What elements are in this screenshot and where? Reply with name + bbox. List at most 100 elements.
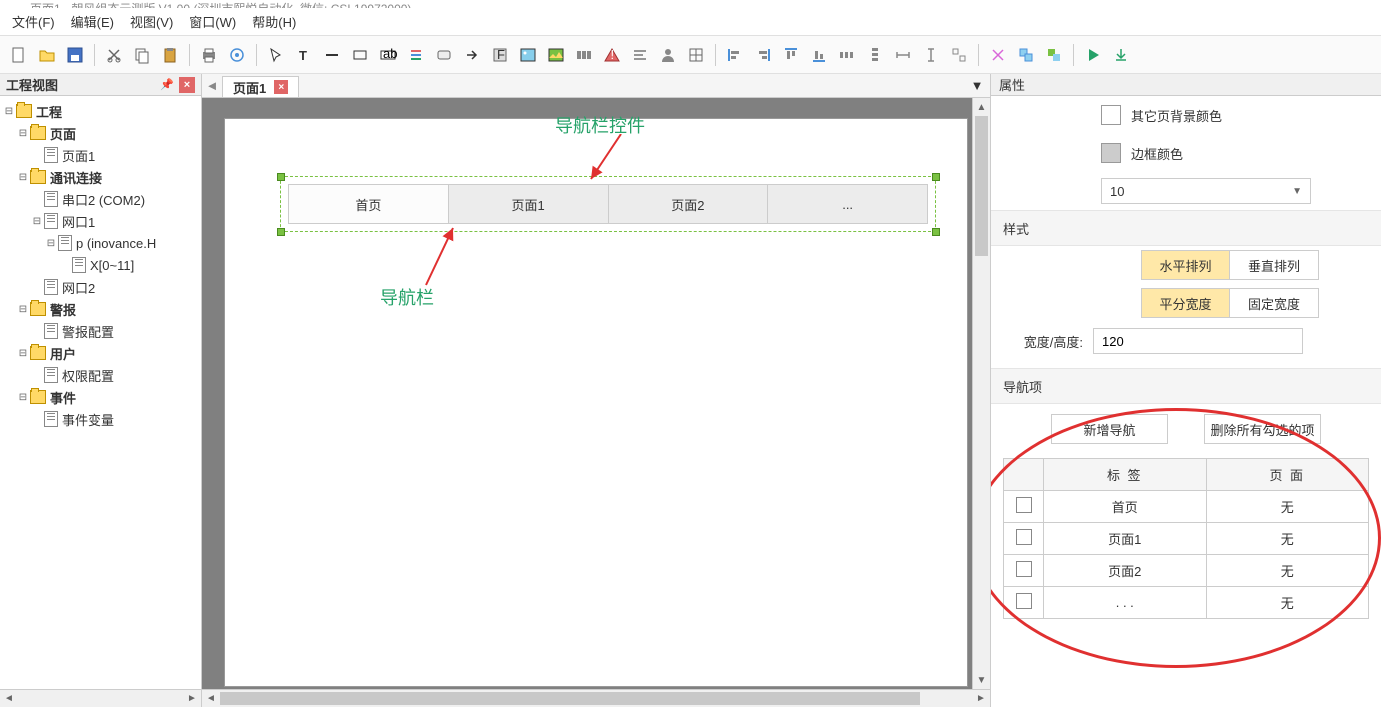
copy-icon[interactable] xyxy=(129,42,155,68)
tree-page1[interactable]: 页面1 xyxy=(62,146,95,165)
tab-dropdown-icon[interactable]: ▼ xyxy=(964,74,990,97)
copy-style-icon[interactable] xyxy=(1041,42,1067,68)
row-checkbox[interactable] xyxy=(1016,593,1032,609)
dist-h-icon[interactable] xyxy=(834,42,860,68)
save-icon[interactable] xyxy=(62,42,88,68)
tree-comm[interactable]: 通讯连接 xyxy=(50,168,102,187)
text-tool-icon[interactable]: T xyxy=(291,42,317,68)
line-icon[interactable] xyxy=(319,42,345,68)
tree-alarm-cfg[interactable]: 警报配置 xyxy=(62,322,114,341)
same-width-icon[interactable] xyxy=(890,42,916,68)
svg-text:!: ! xyxy=(611,47,615,62)
tree-event-var[interactable]: 事件变量 xyxy=(62,410,114,429)
rect-icon[interactable] xyxy=(347,42,373,68)
canvas-hscroll[interactable]: ◄► xyxy=(202,689,990,707)
alarm-icon[interactable]: ! xyxy=(599,42,625,68)
tree-pages[interactable]: 页面 xyxy=(50,124,76,143)
list-icon[interactable] xyxy=(403,42,429,68)
tab-scroll-left-icon[interactable]: ◄ xyxy=(202,74,222,97)
group-icon[interactable] xyxy=(1013,42,1039,68)
tree-net1[interactable]: 网口1 xyxy=(62,212,95,231)
input-icon[interactable]: ab xyxy=(375,42,401,68)
other-page-bg-swatch[interactable] xyxy=(1101,105,1121,125)
new-file-icon[interactable] xyxy=(6,42,32,68)
wh-input[interactable] xyxy=(1093,328,1303,354)
arrange-toggle[interactable]: 水平排列 垂直排列 xyxy=(1141,250,1319,280)
picture-icon[interactable] xyxy=(543,42,569,68)
nav-cell-more[interactable]: ... xyxy=(768,185,927,223)
same-height-icon[interactable] xyxy=(918,42,944,68)
close-panel-icon[interactable]: × xyxy=(179,77,195,93)
properties-title: 属性 xyxy=(991,74,1381,96)
border-width-value: 10 xyxy=(1110,184,1124,199)
h-arrange-button[interactable]: 水平排列 xyxy=(1142,251,1230,279)
tree-alarm[interactable]: 警报 xyxy=(50,300,76,319)
menu-bar: 文件(F) 编辑(E) 视图(V) 窗口(W) 帮助(H) xyxy=(0,8,1381,36)
menu-file[interactable]: 文件(F) xyxy=(12,12,55,31)
v-arrange-button[interactable]: 垂直排列 xyxy=(1230,251,1318,279)
width-mode-toggle[interactable]: 平分宽度 固定宽度 xyxy=(1141,288,1319,318)
align-icon[interactable] xyxy=(627,42,653,68)
border-color-swatch[interactable] xyxy=(1101,143,1121,163)
arrow-right-icon[interactable] xyxy=(459,42,485,68)
button-icon[interactable] xyxy=(431,42,457,68)
cut-icon[interactable] xyxy=(101,42,127,68)
table-row[interactable]: . . .无 xyxy=(1004,587,1369,619)
print-icon[interactable] xyxy=(196,42,222,68)
menu-edit[interactable]: 编辑(E) xyxy=(71,12,114,31)
fixed-width-button[interactable]: 固定宽度 xyxy=(1230,289,1318,317)
image-icon[interactable] xyxy=(515,42,541,68)
align-left-icon[interactable] xyxy=(722,42,748,68)
nav-cell-page2[interactable]: 页面2 xyxy=(609,185,769,223)
grid-icon[interactable] xyxy=(683,42,709,68)
tab-bar: ◄ 页面1 × ▼ xyxy=(202,74,990,98)
user-icon[interactable] xyxy=(655,42,681,68)
run-icon[interactable] xyxy=(1080,42,1106,68)
paste-icon[interactable] xyxy=(157,42,183,68)
tree-event[interactable]: 事件 xyxy=(50,388,76,407)
menu-window[interactable]: 窗口(W) xyxy=(189,12,236,31)
ungroup-icon[interactable] xyxy=(985,42,1011,68)
table-row[interactable]: 页面1无 xyxy=(1004,523,1369,555)
row-checkbox[interactable] xyxy=(1016,561,1032,577)
function-icon[interactable]: F xyxy=(487,42,513,68)
tree-xvar[interactable]: X[0~11] xyxy=(90,258,134,273)
pin-icon[interactable]: 📌 xyxy=(159,77,175,93)
tree-plc[interactable]: p (inovance.H xyxy=(76,236,156,251)
nav-cell-home[interactable]: 首页 xyxy=(289,185,449,223)
nav-items-table: 标 签 页 面 首页无 页面1无 页面2无 . . .无 xyxy=(1003,458,1369,619)
table-row[interactable]: 首页无 xyxy=(1004,491,1369,523)
open-folder-icon[interactable] xyxy=(34,42,60,68)
same-size-icon[interactable] xyxy=(946,42,972,68)
tree-com2[interactable]: 串口2 (COM2) xyxy=(62,190,145,209)
tree-net2[interactable]: 网口2 xyxy=(62,278,95,297)
row-checkbox[interactable] xyxy=(1016,497,1032,513)
row-checkbox[interactable] xyxy=(1016,529,1032,545)
align-right-icon[interactable] xyxy=(750,42,776,68)
align-top-icon[interactable] xyxy=(778,42,804,68)
design-page[interactable]: 首页 页面1 页面2 ... 导航栏控件 导航栏 xyxy=(224,118,968,687)
canvas-vscroll[interactable]: ▲▼ xyxy=(972,98,990,689)
align-bottom-icon[interactable] xyxy=(806,42,832,68)
download-icon[interactable] xyxy=(1108,42,1134,68)
add-nav-button[interactable]: 新增导航 xyxy=(1051,414,1168,444)
menu-help[interactable]: 帮助(H) xyxy=(252,12,296,31)
tree-hscroll[interactable]: ◄► xyxy=(0,689,201,707)
preview-icon[interactable] xyxy=(224,42,250,68)
pointer-icon[interactable] xyxy=(263,42,289,68)
tree-user[interactable]: 用户 xyxy=(50,344,76,363)
menu-view[interactable]: 视图(V) xyxy=(130,12,173,31)
navbar-widget[interactable]: 首页 页面1 页面2 ... xyxy=(288,184,928,224)
navbar-tool-icon[interactable] xyxy=(571,42,597,68)
nav-cell-page1[interactable]: 页面1 xyxy=(449,185,609,223)
tree-perm-cfg[interactable]: 权限配置 xyxy=(62,366,114,385)
project-tree[interactable]: ⊟工程 ⊟页面 页面1 ⊟通讯连接 串口2 (COM2) ⊟网口1 ⊟p (in… xyxy=(0,96,201,689)
tree-root[interactable]: 工程 xyxy=(36,102,62,121)
delete-checked-button[interactable]: 删除所有勾选的项 xyxy=(1204,414,1321,444)
table-row[interactable]: 页面2无 xyxy=(1004,555,1369,587)
border-width-select[interactable]: 10 ▼ xyxy=(1101,178,1311,204)
even-width-button[interactable]: 平分宽度 xyxy=(1142,289,1230,317)
tab-page1[interactable]: 页面1 × xyxy=(222,76,299,97)
dist-v-icon[interactable] xyxy=(862,42,888,68)
tab-close-icon[interactable]: × xyxy=(274,80,288,94)
